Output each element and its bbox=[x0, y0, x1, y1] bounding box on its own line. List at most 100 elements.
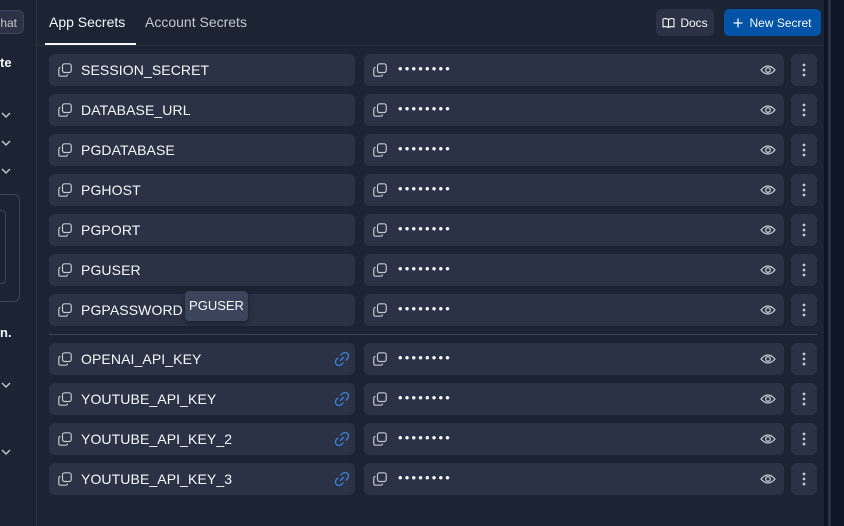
link-icon[interactable] bbox=[334, 431, 350, 447]
secret-key-field[interactable]: DATABASE_URL bbox=[49, 94, 355, 126]
more-options-button[interactable] bbox=[791, 294, 817, 326]
copy-icon[interactable] bbox=[373, 432, 387, 446]
eye-icon[interactable] bbox=[760, 352, 776, 366]
eye-icon[interactable] bbox=[760, 392, 776, 406]
chevron-down-icon[interactable] bbox=[0, 109, 12, 121]
eye-icon[interactable] bbox=[760, 432, 776, 446]
more-options-button[interactable] bbox=[791, 254, 817, 286]
secret-value-field[interactable]: •••••••• bbox=[364, 94, 784, 126]
secret-value-field[interactable]: •••••••• bbox=[364, 214, 784, 246]
more-options-button[interactable] bbox=[791, 463, 817, 495]
tab-account-secrets[interactable]: Account Secrets bbox=[145, 14, 247, 30]
sidebar-text-fragment: n. bbox=[0, 325, 12, 340]
chevron-down-icon[interactable] bbox=[0, 379, 12, 391]
secret-value-field[interactable]: •••••••• bbox=[364, 423, 784, 455]
secret-value: •••••••• bbox=[398, 181, 453, 196]
secret-value-field[interactable]: •••••••• bbox=[364, 174, 784, 206]
secret-row: SESSION_SECRET •••••••• bbox=[49, 54, 817, 86]
copy-icon[interactable] bbox=[58, 103, 72, 117]
copy-icon[interactable] bbox=[58, 352, 72, 366]
tab-app-secrets[interactable]: App Secrets bbox=[49, 14, 125, 30]
chevron-down-icon[interactable] bbox=[0, 446, 12, 458]
copy-icon[interactable] bbox=[373, 63, 387, 77]
more-options-button[interactable] bbox=[791, 94, 817, 126]
secret-key-field[interactable]: YOUTUBE_API_KEY bbox=[49, 383, 355, 415]
secret-key-field[interactable]: YOUTUBE_API_KEY_2 bbox=[49, 423, 355, 455]
secret-row: PGPORT •••••••• bbox=[49, 214, 817, 246]
secret-key-field[interactable]: PGPORT bbox=[49, 214, 355, 246]
copy-icon[interactable] bbox=[58, 143, 72, 157]
copy-icon[interactable] bbox=[373, 223, 387, 237]
eye-icon[interactable] bbox=[760, 63, 776, 77]
secret-row: PGDATABASE •••••••• bbox=[49, 134, 817, 166]
eye-icon[interactable] bbox=[760, 223, 776, 237]
copy-icon[interactable] bbox=[373, 352, 387, 366]
new-secret-button[interactable]: New Secret bbox=[724, 9, 821, 36]
secret-key-field[interactable]: SESSION_SECRET bbox=[49, 54, 355, 86]
secret-value: •••••••• bbox=[398, 430, 453, 445]
copy-icon[interactable] bbox=[58, 263, 72, 277]
copy-icon[interactable] bbox=[373, 303, 387, 317]
left-sidebar: hat te n. bbox=[0, 0, 36, 526]
eye-icon[interactable] bbox=[760, 263, 776, 277]
chevron-down-icon[interactable] bbox=[0, 137, 12, 149]
link-icon[interactable] bbox=[334, 391, 350, 407]
secret-value: •••••••• bbox=[398, 261, 453, 276]
secret-row: DATABASE_URL •••••••• bbox=[49, 94, 817, 126]
more-options-button[interactable] bbox=[791, 174, 817, 206]
link-icon[interactable] bbox=[334, 471, 350, 487]
scrollbar-track[interactable] bbox=[828, 0, 831, 526]
book-icon bbox=[662, 17, 675, 28]
secret-key-field[interactable]: PGHOST bbox=[49, 174, 355, 206]
more-options-button[interactable] bbox=[791, 214, 817, 246]
secret-value-field[interactable]: •••••••• bbox=[364, 383, 784, 415]
more-vertical-icon bbox=[802, 263, 806, 277]
eye-icon[interactable] bbox=[760, 183, 776, 197]
copy-icon[interactable] bbox=[373, 183, 387, 197]
secret-value-field[interactable]: •••••••• bbox=[364, 134, 784, 166]
chevron-down-icon[interactable] bbox=[0, 165, 12, 177]
tooltip: PGUSER bbox=[185, 291, 248, 321]
eye-icon[interactable] bbox=[760, 143, 776, 157]
eye-icon[interactable] bbox=[760, 103, 776, 117]
secret-key: YOUTUBE_API_KEY bbox=[81, 391, 217, 407]
docs-button[interactable]: Docs bbox=[656, 9, 714, 36]
chat-button[interactable]: hat bbox=[0, 10, 24, 34]
right-gutter bbox=[824, 0, 844, 526]
secret-key-field[interactable]: PGDATABASE bbox=[49, 134, 355, 166]
copy-icon[interactable] bbox=[373, 143, 387, 157]
more-options-button[interactable] bbox=[791, 383, 817, 415]
secret-key-field[interactable]: PGUSER bbox=[49, 254, 355, 286]
copy-icon[interactable] bbox=[373, 472, 387, 486]
copy-icon[interactable] bbox=[58, 432, 72, 446]
secret-value-field[interactable]: •••••••• bbox=[364, 254, 784, 286]
copy-icon[interactable] bbox=[58, 472, 72, 486]
sidebar-text-fragment: te bbox=[0, 55, 12, 70]
copy-icon[interactable] bbox=[58, 392, 72, 406]
more-vertical-icon bbox=[802, 472, 806, 486]
more-options-button[interactable] bbox=[791, 423, 817, 455]
secret-value-field[interactable]: •••••••• bbox=[364, 463, 784, 495]
secret-value-field[interactable]: •••••••• bbox=[364, 294, 784, 326]
copy-icon[interactable] bbox=[58, 303, 72, 317]
secret-key-field[interactable]: OPENAI_API_KEY bbox=[49, 343, 355, 375]
more-vertical-icon bbox=[802, 392, 806, 406]
copy-icon[interactable] bbox=[58, 223, 72, 237]
more-options-button[interactable] bbox=[791, 134, 817, 166]
secret-value: •••••••• bbox=[398, 221, 453, 236]
eye-icon[interactable] bbox=[760, 303, 776, 317]
more-options-button[interactable] bbox=[791, 343, 817, 375]
eye-icon[interactable] bbox=[760, 472, 776, 486]
secret-value-field[interactable]: •••••••• bbox=[364, 343, 784, 375]
secret-key-field[interactable]: YOUTUBE_API_KEY_3 bbox=[49, 463, 355, 495]
copy-icon[interactable] bbox=[373, 392, 387, 406]
secret-value-field[interactable]: •••••••• bbox=[364, 54, 784, 86]
more-options-button[interactable] bbox=[791, 54, 817, 86]
copy-icon[interactable] bbox=[58, 63, 72, 77]
secret-row: YOUTUBE_API_KEY •••••••• bbox=[49, 383, 817, 415]
copy-icon[interactable] bbox=[373, 103, 387, 117]
link-icon[interactable] bbox=[334, 351, 350, 367]
copy-icon[interactable] bbox=[58, 183, 72, 197]
secret-key: YOUTUBE_API_KEY_2 bbox=[81, 431, 233, 447]
copy-icon[interactable] bbox=[373, 263, 387, 277]
